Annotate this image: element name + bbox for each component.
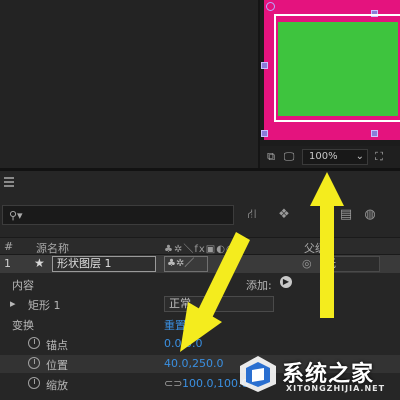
composition-viewer[interactable] xyxy=(258,0,400,146)
add-button[interactable]: ▶ xyxy=(280,276,292,288)
timeline-header xyxy=(0,171,400,193)
contents-label: 内容 xyxy=(12,279,34,292)
watermark: 系统之家 XITONGZHIJIA.NET xyxy=(236,348,400,400)
bounding-line xyxy=(274,120,400,122)
snapshot-icon[interactable]: ⛶ xyxy=(372,150,386,164)
layer-index: 1 xyxy=(4,257,11,270)
stopwatch-icon[interactable] xyxy=(28,357,40,369)
watermark-logo-icon xyxy=(240,356,276,392)
expand-triangle-icon[interactable]: ▸ xyxy=(10,297,16,310)
flowchart-icon[interactable]: ⛙ xyxy=(244,207,260,223)
contents-row[interactable]: 内容 添加: ▶ xyxy=(0,275,400,293)
shape-layer-fill[interactable] xyxy=(278,22,398,116)
anchor-point-icon[interactable] xyxy=(266,2,275,11)
pick-whip-icon[interactable]: ◎ xyxy=(302,257,312,270)
project-panel-area xyxy=(0,0,258,168)
switches-icons: ♣✲＼fx▣◐◑◒ xyxy=(164,244,246,255)
monitor-icon[interactable]: 🖵 xyxy=(282,150,296,164)
column-source-name: 源名称 xyxy=(36,242,69,255)
transform-row[interactable]: 变换 重置 xyxy=(0,315,400,333)
scale-label: 缩放 xyxy=(46,379,68,392)
layer-row[interactable]: 1 ★ 形状图层 1 ♣✲／ ◎ 无 xyxy=(0,255,400,273)
rect-label: 矩形 1 xyxy=(28,299,61,312)
transform-handle[interactable] xyxy=(371,130,378,137)
transform-label: 变换 xyxy=(12,319,34,332)
star-icon: ★ xyxy=(34,256,45,270)
anchor-value[interactable]: 0.0,0.0 xyxy=(164,337,202,350)
parent-dropdown[interactable]: 无 xyxy=(320,256,380,272)
zoom-value: 100% xyxy=(309,151,338,162)
panel-menu-icon[interactable] xyxy=(4,177,14,189)
search-input[interactable]: ⚲▾ xyxy=(2,205,234,225)
motion-blur-icon[interactable]: ◍ xyxy=(362,207,378,223)
bounding-line xyxy=(274,14,400,16)
link-icon[interactable]: ⊂⊃ xyxy=(164,377,182,390)
layer-switches[interactable]: ♣✲／ xyxy=(164,256,208,272)
stopwatch-icon[interactable] xyxy=(28,337,40,349)
position-value[interactable]: 40.0,250.0 xyxy=(164,357,223,370)
search-icon: ⚲▾ xyxy=(9,209,23,222)
blend-mode-dropdown[interactable]: 正常 xyxy=(164,296,274,312)
viewer-toolbar: ⧉ 🖵 100% ⌄ ⛶ xyxy=(258,146,400,168)
column-number: # xyxy=(4,240,14,253)
bounding-line xyxy=(274,14,276,122)
stopwatch-icon[interactable] xyxy=(28,377,40,389)
region-of-interest-icon[interactable]: ⧉ xyxy=(264,150,278,164)
layer-name[interactable]: 形状图层 1 xyxy=(52,256,156,272)
column-parent: 父级 xyxy=(304,242,326,255)
position-label: 位置 xyxy=(46,359,68,372)
3d-layer-icon[interactable]: ❖ xyxy=(276,207,292,223)
transform-handle[interactable] xyxy=(261,130,268,137)
reset-link[interactable]: 重置 xyxy=(164,317,186,333)
column-header: # 源名称 ♣✲＼fx▣◐◑◒ 父级 xyxy=(0,237,400,255)
add-label: 添加: xyxy=(246,279,272,292)
search-row: ⚲▾ ⛙ ❖ ▤ ◍ xyxy=(0,201,400,231)
zoom-dropdown[interactable]: 100% ⌄ xyxy=(302,149,368,165)
rect-row[interactable]: ▸ 矩形 1 正常 xyxy=(0,295,400,313)
frame-blend-icon[interactable]: ▤ xyxy=(338,207,354,223)
anchor-label: 锚点 xyxy=(46,339,68,352)
transform-handle[interactable] xyxy=(261,62,268,69)
chevron-down-icon: ⌄ xyxy=(355,151,364,162)
watermark-subtitle: XITONGZHIJIA.NET xyxy=(286,384,386,393)
